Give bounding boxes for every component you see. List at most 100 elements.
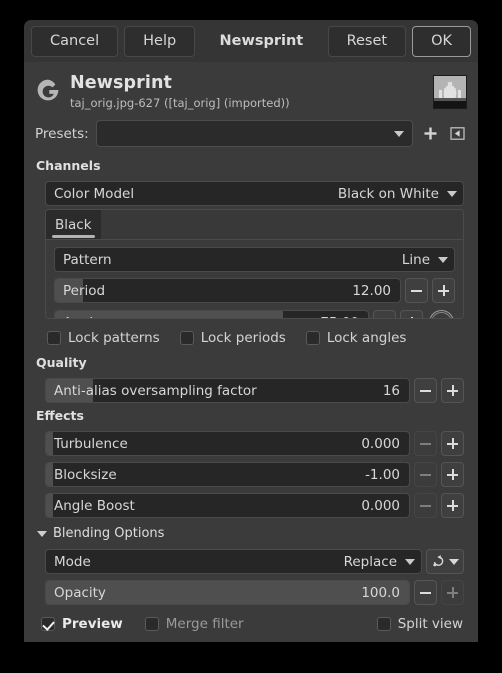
preset-menu-button[interactable] (447, 123, 467, 145)
add-preset-button[interactable] (420, 123, 440, 145)
blending-options-expander[interactable]: Blending Options (35, 521, 467, 546)
lock-angles-checkbox[interactable]: Lock angles (305, 330, 407, 346)
opacity-value: 100.0 (361, 584, 400, 601)
chevron-down-icon (447, 190, 457, 197)
chevron-down-icon (449, 558, 459, 565)
opacity-slider[interactable]: Opacity 100.0 (45, 580, 410, 605)
lock-periods-checkbox[interactable]: Lock periods (179, 330, 286, 346)
angle-slider[interactable]: Angle 75.00 (54, 310, 369, 319)
lock-patterns-checkbox[interactable]: Lock patterns (47, 330, 160, 346)
opacity-label: Opacity (54, 584, 106, 601)
lock-periods-label: Lock periods (200, 330, 286, 346)
mode-reset-button[interactable] (426, 549, 464, 574)
antialias-slider[interactable]: Anti-alias oversampling factor 16 (45, 378, 410, 403)
checkbox-icon (179, 331, 194, 345)
turbulence-slider[interactable]: Turbulence 0.000 (45, 431, 410, 456)
pattern-value: Line (401, 251, 430, 268)
color-model-combo[interactable]: Color Model Black on White (45, 181, 464, 206)
turbulence-row: Turbulence 0.000 (35, 428, 467, 459)
checkbox-icon (144, 617, 159, 631)
opacity-row: Opacity 100.0 (35, 577, 467, 608)
blocksize-slider[interactable]: Blocksize -1.00 (45, 462, 410, 487)
opacity-increment-button[interactable] (441, 580, 464, 605)
presets-label: Presets: (35, 125, 89, 142)
angle-row: Angle 75.00 (49, 306, 460, 319)
pattern-row: Pattern Line (49, 244, 460, 275)
pattern-combo[interactable]: Pattern Line (54, 247, 455, 272)
reset-button[interactable]: Reset (327, 25, 407, 57)
checkbox-icon (376, 617, 391, 631)
turbulence-slider-fill (46, 432, 54, 455)
checkbox-icon (47, 331, 61, 345)
split-view-checkbox[interactable]: Split view (376, 616, 463, 632)
angle-decrement-button[interactable] (373, 310, 396, 318)
opacity-decrement-button[interactable] (414, 580, 437, 605)
angle-boost-row: Angle Boost 0.000 (35, 490, 467, 521)
help-button[interactable]: Help (124, 25, 196, 57)
lock-patterns-label: Lock patterns (68, 330, 160, 346)
antialias-label: Anti-alias oversampling factor (54, 382, 257, 399)
image-info: taj_orig.jpg-627 ([taj_orig] (imported)) (70, 96, 290, 110)
mode-row: Mode Replace (35, 546, 467, 577)
turbulence-increment-button[interactable] (441, 431, 464, 456)
channel-tabpage: Pattern Line Period 12.00 (46, 240, 463, 319)
mode-combo[interactable]: Mode Replace (45, 549, 422, 574)
period-slider[interactable]: Period 12.00 (54, 278, 401, 303)
quality-heading: Quality (36, 355, 87, 370)
color-model-value: Black on White (337, 185, 439, 202)
angle-boost-value: 0.000 (361, 497, 400, 514)
angle-boost-increment-button[interactable] (441, 493, 464, 518)
preview-label: Preview (62, 616, 123, 632)
checkbox-icon (305, 331, 320, 345)
split-view-label: Split view (397, 616, 463, 632)
blocksize-decrement-button[interactable] (414, 462, 437, 487)
blocksize-value: -1.00 (365, 466, 400, 483)
period-decrement-button[interactable] (405, 278, 428, 303)
antialias-row: Anti-alias oversampling factor 16 (35, 375, 467, 406)
angle-boost-decrement-button[interactable] (414, 493, 437, 518)
blocksize-label: Blocksize (54, 466, 117, 483)
chevron-down-icon (405, 558, 415, 565)
lock-options-row: Lock patterns Lock periods Lock angles (35, 325, 467, 353)
turbulence-label: Turbulence (54, 435, 128, 452)
effects-heading: Effects (36, 408, 84, 423)
antialias-decrement-button[interactable] (414, 378, 437, 403)
presets-row: Presets: (35, 120, 467, 156)
channels-heading: Channels (36, 158, 101, 173)
lock-angles-label: Lock angles (326, 330, 407, 346)
tab-black[interactable]: Black (46, 210, 101, 239)
color-model-row: Color Model Black on White (35, 178, 467, 209)
merge-filter-label: Merge filter (165, 616, 244, 632)
gimp-logo-icon (35, 77, 61, 103)
merge-filter-checkbox[interactable]: Merge filter (144, 616, 244, 632)
ok-button[interactable]: OK (412, 25, 471, 57)
angle-dial[interactable] (428, 309, 455, 318)
filter-name: Newsprint (70, 73, 172, 93)
antialias-increment-button[interactable] (441, 378, 464, 403)
blocksize-slider-fill (46, 463, 54, 486)
preview-checkbox[interactable]: Preview (41, 616, 123, 632)
presets-combo[interactable] (95, 120, 413, 147)
chevron-down-icon (438, 256, 448, 263)
color-model-label: Color Model (54, 185, 135, 202)
blocksize-increment-button[interactable] (441, 462, 464, 487)
checkbox-icon (41, 617, 55, 631)
newsprint-filter-dialog: Cancel Help Newsprint Reset OK Newsprint… (24, 20, 478, 642)
angle-increment-button[interactable] (400, 310, 423, 318)
mode-value: Replace (343, 553, 397, 570)
angle-boost-slider[interactable]: Angle Boost 0.000 (45, 493, 410, 518)
cancel-button[interactable]: Cancel (31, 25, 119, 57)
period-increment-button[interactable] (432, 278, 455, 303)
triangle-down-icon (37, 530, 47, 537)
channel-notebook: Black Pattern Line Period 12.00 (45, 209, 464, 319)
angle-label: Angle (63, 311, 101, 319)
chevron-down-icon (394, 130, 404, 137)
angle-boost-slider-fill (46, 494, 54, 517)
turbulence-value: 0.000 (361, 435, 400, 452)
turbulence-decrement-button[interactable] (414, 431, 437, 456)
channel-tabstrip: Black (46, 210, 463, 240)
blocksize-row: Blocksize -1.00 (35, 459, 467, 490)
blending-options-label: Blending Options (53, 526, 165, 541)
dialog-title: Newsprint (219, 33, 304, 49)
angle-boost-label: Angle Boost (54, 497, 135, 514)
